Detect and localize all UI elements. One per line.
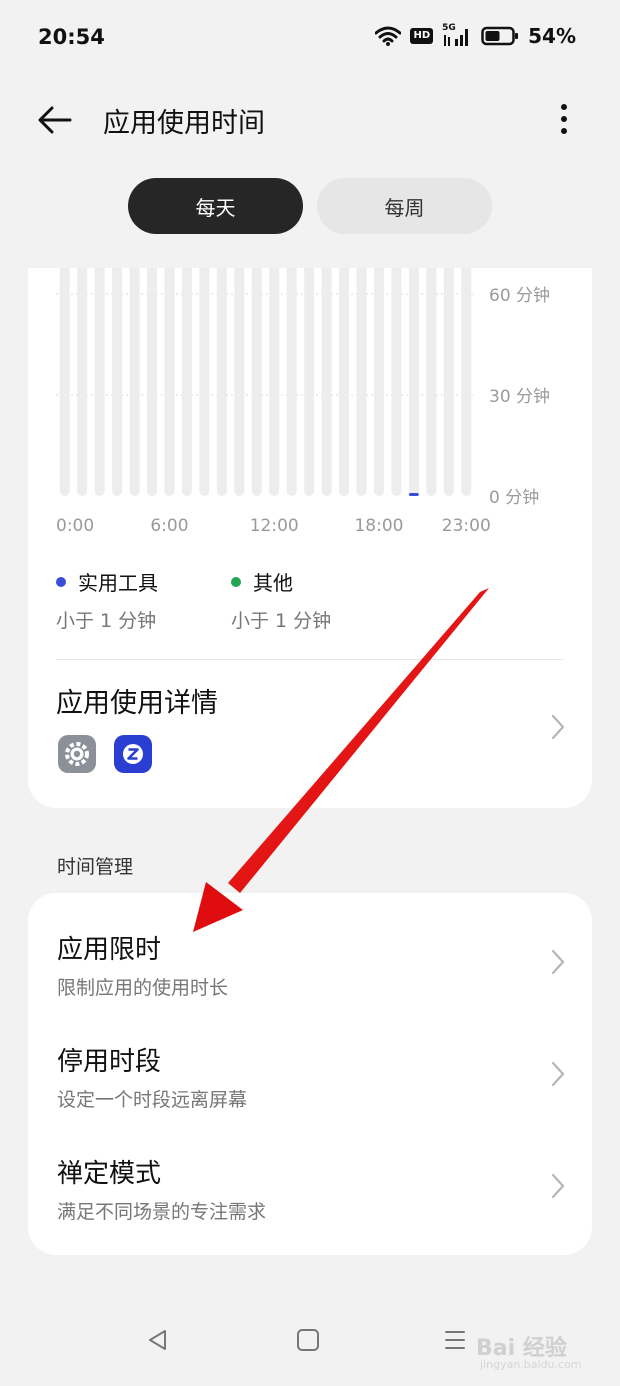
app-bar: 应用使用时间 (0, 86, 620, 156)
chart-bar-track (304, 268, 315, 496)
x-tick-label: 23:00 (442, 516, 491, 536)
status-icons: HD 5G 54% (375, 23, 576, 48)
legend-value: 小于 1 分钟 (56, 610, 157, 632)
usage-bar-chart: 60 分钟 30 分钟 0 分钟 0:00 6:00 12:00 18:00 23:00 (56, 268, 550, 536)
chart-bar-track (164, 268, 175, 496)
x-tick-label: 18:00 (354, 516, 403, 536)
back-button[interactable] (36, 102, 76, 138)
battery-icon (481, 26, 519, 46)
chevron-right-icon (551, 949, 565, 975)
chevron-right-icon (551, 714, 565, 740)
legend-label: 实用工具 (78, 571, 158, 595)
chart-bar-track (443, 268, 454, 496)
legend-dot (231, 576, 241, 587)
chart-bar-track (199, 268, 210, 496)
chevron-right-icon (551, 1173, 565, 1199)
chevron-right-icon (551, 1061, 565, 1087)
chart-bar-track (59, 268, 70, 496)
network-type: 5G (442, 23, 456, 33)
chart-bar-track (321, 268, 332, 496)
chart-bar-track (391, 268, 402, 496)
x-tick-label: 0:00 (56, 516, 94, 536)
chart-bar-track (461, 268, 472, 496)
status-time: 20:54 (38, 25, 105, 49)
z-app-icon (114, 735, 152, 773)
legend-label: 其他 (253, 571, 293, 595)
y-tick-label: 60 分钟 (489, 286, 550, 306)
chart-bar-track (339, 268, 350, 496)
cellular-signal-icon: 5G (442, 23, 472, 47)
x-tick-label: 6:00 (150, 516, 188, 536)
chart-bar-track (112, 268, 123, 496)
chart-bar-track (251, 268, 262, 496)
chart-bar-track (77, 268, 88, 496)
section-label-time-management: 时间管理 (57, 856, 134, 878)
app-usage-details-title: 应用使用详情 (56, 688, 218, 719)
usage-chart-card: 60 分钟 30 分钟 0 分钟 0:00 6:00 12:00 18:00 23:00 实用… (28, 268, 592, 808)
row-subtitle: 满足不同场景的专注需求 (57, 1201, 267, 1223)
chart-bar-track (408, 268, 419, 496)
hd-badge: HD (410, 28, 434, 44)
settings-app-icon (58, 735, 96, 773)
triangle-back-icon[interactable] (146, 1328, 170, 1352)
chart-bar-track (286, 268, 297, 496)
time-management-card: 应用限时 限制应用的使用时长 停用时段 设定一个时段远离屏幕 禅定模式 满足不同… (28, 893, 592, 1255)
arrow-left-icon (38, 106, 72, 134)
legend-value: 小于 1 分钟 (231, 610, 332, 632)
page-title: 应用使用时间 (103, 108, 265, 139)
row-title: 禅定模式 (57, 1159, 162, 1189)
row-focus-mode[interactable]: 禅定模式 满足不同场景的专注需求 (28, 1117, 592, 1229)
chart-bar-track (147, 268, 158, 496)
legend-item-utilities: 实用工具 (56, 567, 158, 596)
chart-bar-track (356, 268, 367, 496)
row-subtitle: 限制应用的使用时长 (57, 977, 229, 999)
row-app-limits[interactable]: 应用限时 限制应用的使用时长 (28, 893, 592, 1005)
divider (56, 659, 564, 660)
legend-item-other: 其他 (231, 567, 293, 596)
chart-bar-track (216, 268, 227, 496)
watermark-url: jingyan.baidu.com (480, 1358, 582, 1371)
chart-bar-track (373, 268, 384, 496)
tab-weekly[interactable]: 每周 (317, 178, 492, 234)
row-downtime[interactable]: 停用时段 设定一个时段远离屏幕 (28, 1005, 592, 1117)
chart-bar-track (181, 268, 192, 496)
battery-percent: 54% (528, 24, 576, 48)
more-vertical-icon (561, 104, 567, 134)
row-title: 停用时段 (57, 1047, 162, 1077)
chart-bar (408, 493, 419, 496)
chart-bar-track (94, 268, 105, 496)
chart-bar-track (269, 268, 280, 496)
y-tick-label: 0 分钟 (489, 488, 539, 508)
more-options-button[interactable] (552, 100, 576, 140)
menu-lines-icon[interactable] (444, 1328, 466, 1352)
status-bar: 20:54 HD 5G 54% (0, 0, 620, 76)
square-home-icon[interactable] (296, 1328, 320, 1352)
row-title: 应用限时 (57, 935, 162, 965)
chart-bar-track (426, 268, 437, 496)
y-tick-label: 30 分钟 (489, 387, 550, 407)
legend-dot (56, 576, 66, 587)
tab-daily[interactable]: 每天 (128, 178, 303, 234)
chart-bar-track (234, 268, 245, 496)
x-tick-label: 12:00 (250, 516, 299, 536)
wifi-icon (375, 26, 402, 46)
row-subtitle: 设定一个时段远离屏幕 (57, 1089, 248, 1111)
chart-bar-track (129, 268, 140, 496)
